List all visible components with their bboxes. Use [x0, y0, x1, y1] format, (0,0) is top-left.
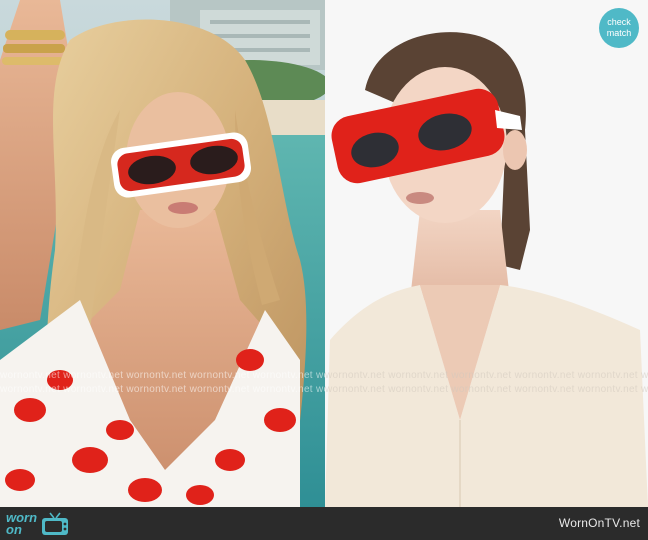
left-photo-panel: wornontv.net wornontv.net wornontv.net w… — [0, 0, 325, 507]
woman-on-yacht-photo — [0, 0, 325, 507]
footer-bar: worn on WornOnTV.net — [0, 507, 648, 540]
badge-line-1: check — [607, 17, 631, 27]
logo-word-on: on — [6, 522, 22, 537]
badge-line-2: match — [606, 28, 632, 38]
tv-icon — [42, 512, 69, 535]
site-name: WornOnTV.net — [558, 516, 640, 530]
check-match-badge[interactable]: check match — [599, 8, 639, 48]
model-product-photo — [325, 0, 648, 507]
right-photo-panel: wornontv.net wornontv.net wornontv.net w… — [325, 0, 648, 507]
logo-text: worn on — [6, 511, 37, 537]
wornontv-logo[interactable]: worn on — [6, 511, 70, 537]
